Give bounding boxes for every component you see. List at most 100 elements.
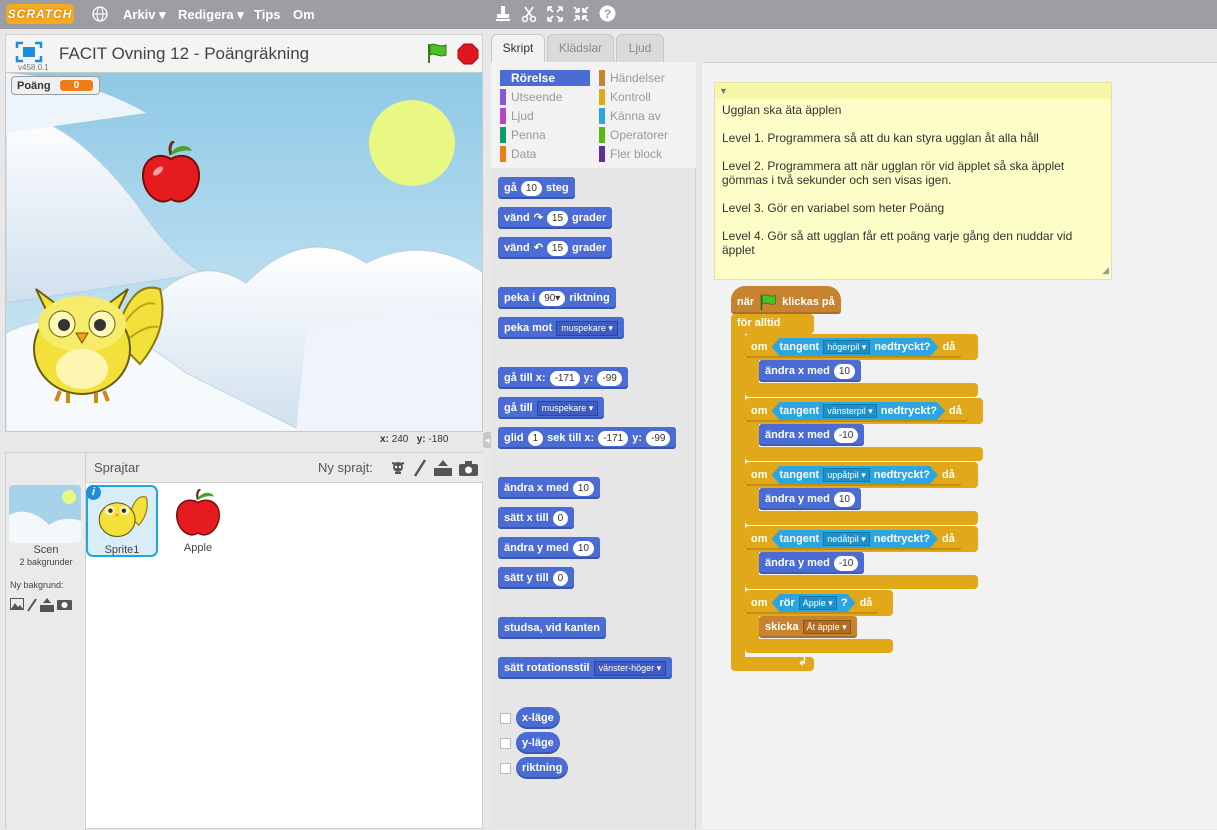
- if-bottom[interactable]: [745, 383, 978, 397]
- new-sprite-tools: [390, 459, 478, 477]
- block-rotation-style[interactable]: sätt rotationsstil vänster-höger ▾: [498, 657, 673, 679]
- globe-icon[interactable]: [92, 6, 108, 27]
- scene-label: Scen: [33, 544, 59, 556]
- block-goto-xy[interactable]: gå till x: -171 y: -99: [498, 367, 628, 389]
- new-backdrop-label: Ny bakgrund:: [10, 580, 64, 590]
- key-pressed-sensor[interactable]: tangent nedåtpil ▾ nedtryckt?: [772, 530, 939, 548]
- upload-sprite-icon[interactable]: [434, 460, 452, 476]
- y-position-checkbox[interactable]: [500, 738, 511, 749]
- tab-skript[interactable]: Skript: [491, 34, 545, 63]
- paint-backdrop-icon[interactable]: [27, 598, 37, 612]
- if-header: om tangent vänsterpil ▾ nedtryckt? då: [745, 400, 968, 422]
- when-flag-clicked-block[interactable]: när klickas på: [731, 286, 841, 314]
- stop-icon[interactable]: [457, 43, 479, 68]
- block-point-towards[interactable]: peka mot muspekare ▾: [498, 317, 624, 339]
- collapse-stage-icon[interactable]: ◂: [483, 432, 491, 448]
- variable-monitor[interactable]: Poäng 0: [11, 76, 101, 95]
- scene-thumbnail[interactable]: [9, 485, 81, 543]
- comment-note[interactable]: ▼ Ugglan ska äta äpplen Level 1. Program…: [714, 82, 1112, 280]
- if-header: om tangent högerpil ▾ nedtryckt? då: [745, 336, 961, 358]
- change-x-block[interactable]: ändra x med 10: [759, 360, 861, 382]
- category-handelser[interactable]: Händelser: [599, 70, 691, 86]
- tab-ljud[interactable]: Ljud: [616, 34, 664, 62]
- category-operatorer[interactable]: Operatorer: [599, 127, 691, 143]
- stage-header: v458.0.1 FACIT Ovning 12 - Poängräkning: [5, 34, 483, 72]
- shrink-icon[interactable]: [573, 5, 589, 28]
- paint-sprite-icon[interactable]: [413, 459, 427, 477]
- menu-om[interactable]: Om: [293, 7, 315, 22]
- category-kontroll[interactable]: Kontroll: [599, 89, 691, 105]
- apple-sprite[interactable]: [138, 139, 204, 210]
- green-flag-icon[interactable]: [426, 42, 448, 67]
- script-area[interactable]: ▼ Ugglan ska äta äpplen Level 1. Program…: [702, 62, 1217, 829]
- tab-kladslar[interactable]: Klädslar: [547, 34, 614, 62]
- camera-sprite-icon[interactable]: [459, 460, 478, 476]
- if-bottom[interactable]: [745, 639, 893, 653]
- block-goto[interactable]: gå till muspekare ▾: [498, 397, 605, 419]
- block-turn-left[interactable]: vänd ↶ 15 grader: [498, 237, 613, 259]
- broadcast-block[interactable]: skicka Åt äpple ▾: [759, 616, 857, 638]
- category-rorelse[interactable]: Rörelse: [500, 70, 590, 86]
- category-penna[interactable]: Penna: [500, 127, 592, 143]
- category-ljud[interactable]: Ljud: [500, 108, 592, 124]
- reporter-x-position[interactable]: x-läge: [516, 707, 560, 729]
- forever-label: för alltid: [737, 317, 781, 329]
- touching-sensor[interactable]: rör Apple ▾?: [772, 594, 856, 612]
- menu-redigera[interactable]: Redigera ▾: [178, 7, 244, 23]
- key-pressed-sensor[interactable]: tangent uppåtpil ▾ nedtryckt?: [772, 466, 939, 484]
- category-list: Rörelse Händelser Utseende Kontroll Ljud…: [491, 62, 696, 168]
- change-y-block[interactable]: ändra y med -10: [759, 552, 865, 574]
- block-set-x[interactable]: sätt x till 0: [498, 507, 575, 529]
- version-label: v458.0.1: [18, 63, 49, 72]
- change-x-block[interactable]: ändra x med -10: [759, 424, 865, 446]
- category-data[interactable]: Data: [500, 146, 592, 162]
- reporter-y-position[interactable]: y-läge: [516, 732, 560, 754]
- upload-backdrop-icon[interactable]: [40, 598, 54, 612]
- menu-arkiv[interactable]: Arkiv ▾: [123, 7, 166, 23]
- key-pressed-sensor[interactable]: tangent vänsterpil ▾ nedtryckt?: [772, 402, 946, 420]
- comment-header[interactable]: ▼: [715, 83, 1111, 99]
- category-kanna-av[interactable]: Känna av: [599, 108, 691, 124]
- sprite-tile-apple[interactable]: Apple: [162, 485, 234, 557]
- grow-icon[interactable]: [547, 5, 563, 28]
- x-position-checkbox[interactable]: [500, 713, 511, 724]
- scissors-icon[interactable]: [521, 5, 537, 28]
- help-icon[interactable]: ?: [599, 5, 616, 27]
- if-bottom[interactable]: [745, 575, 978, 589]
- change-y-block[interactable]: ändra y med 10: [759, 488, 861, 510]
- backdrop-library-icon[interactable]: [10, 598, 24, 610]
- sprites-header: Sprajtar Ny sprajt:: [86, 453, 483, 483]
- block-change-x[interactable]: ändra x med 10: [498, 477, 600, 499]
- block-point-direction[interactable]: peka i 90▾ riktning: [498, 287, 616, 309]
- block-move[interactable]: gå 10 steg: [498, 177, 575, 199]
- camera-backdrop-icon[interactable]: [57, 598, 72, 610]
- owl-sprite[interactable]: [20, 269, 170, 407]
- menu-tips[interactable]: Tips: [254, 7, 281, 22]
- stamp-icon[interactable]: [495, 5, 511, 28]
- block-glide[interactable]: glid 1 sek till x: -171 y: -99: [498, 427, 677, 449]
- block-turn-right[interactable]: vänd ↷ 15 grader: [498, 207, 613, 229]
- turn-right-icon: ↷: [533, 212, 543, 224]
- block-bounce[interactable]: studsa, vid kanten: [498, 617, 606, 639]
- reporter-direction[interactable]: riktning: [516, 757, 569, 779]
- key-pressed-sensor[interactable]: tangent högerpil ▾ nedtryckt?: [772, 338, 939, 356]
- block-set-y[interactable]: sätt y till 0: [498, 567, 575, 589]
- scratch-logo[interactable]: SCRATCH: [6, 4, 74, 24]
- if-bottom[interactable]: [745, 511, 978, 525]
- block-change-y[interactable]: ändra y med 10: [498, 537, 600, 559]
- sprite-library-icon[interactable]: [390, 460, 406, 476]
- direction-checkbox[interactable]: [500, 763, 511, 774]
- category-utseende[interactable]: Utseende: [500, 89, 592, 105]
- new-backdrop-tools: [10, 598, 72, 612]
- sprite-tile-sprite1[interactable]: Sprite1 i: [86, 485, 158, 557]
- stage[interactable]: Poäng 0: [5, 72, 483, 432]
- category-fler-block[interactable]: Fler block: [599, 146, 691, 162]
- apple-thumbnail: [176, 488, 220, 536]
- monitor-label: Poäng: [17, 79, 51, 92]
- sprite-library: Scen 2 bakgrunder Ny bakgrund: Sprajtar …: [5, 452, 483, 830]
- if-header: om tangent uppåtpil ▾ nedtryckt? då: [745, 464, 961, 486]
- project-title[interactable]: FACIT Ovning 12 - Poängräkning: [59, 44, 309, 64]
- resize-handle-icon[interactable]: ◢: [1102, 263, 1109, 277]
- if-bottom[interactable]: [745, 447, 983, 461]
- info-icon[interactable]: i: [86, 485, 101, 500]
